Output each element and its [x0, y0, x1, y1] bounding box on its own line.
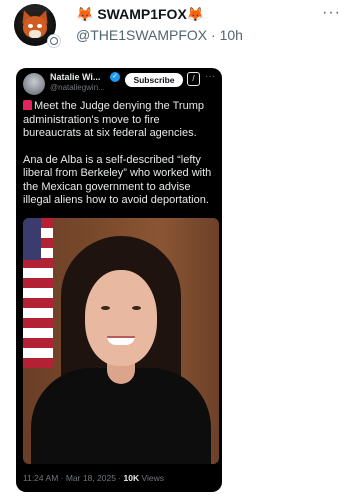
embedded-timestamp: 11:24 AM · Mar 18, 2025 · — [23, 473, 124, 483]
author-display-name[interactable]: 🦊 SWAMP1FOX🦊 — [76, 6, 204, 23]
embedded-post-screenshot[interactable]: Natalie Wi... ✓ @nataliegwin... Subscrib… — [16, 68, 222, 492]
more-horizontal-icon[interactable]: ··· — [322, 4, 341, 22]
paragraph-1: Meet the Judge denying the Trump adminis… — [23, 100, 204, 139]
views-count: 10K — [123, 473, 140, 483]
judge-portrait-photo — [23, 218, 219, 464]
views-label: Views — [139, 473, 164, 483]
embedded-author-name: Natalie Wi... — [50, 72, 101, 82]
author-handle[interactable]: @THE1SWAMPFOX — [76, 27, 207, 43]
embedded-post-meta: 11:24 AM · Mar 18, 2025 · 10K Views — [23, 473, 164, 483]
post-time[interactable]: 10h — [220, 27, 243, 43]
subscribe-button: Subscribe — [125, 73, 183, 87]
verified-check-icon: ✓ — [110, 72, 120, 82]
paragraph-2: Ana de Alba is a self-described “lefty l… — [23, 153, 212, 207]
embedded-author-avatar — [23, 73, 45, 95]
embedded-post-text: Meet the Judge denying the Trump adminis… — [23, 100, 219, 221]
siren-emoji-icon — [23, 100, 32, 110]
embedded-author-handle: @nataliegwin... — [50, 83, 105, 92]
separator-dot: · — [211, 27, 220, 43]
author-handle-line: @THE1SWAMPFOX · 10h — [76, 27, 243, 43]
affiliate-badge-icon — [47, 34, 61, 48]
american-flag — [23, 218, 53, 368]
grok-icon: / — [187, 72, 200, 86]
embedded-more-icon: ··· — [205, 71, 215, 82]
